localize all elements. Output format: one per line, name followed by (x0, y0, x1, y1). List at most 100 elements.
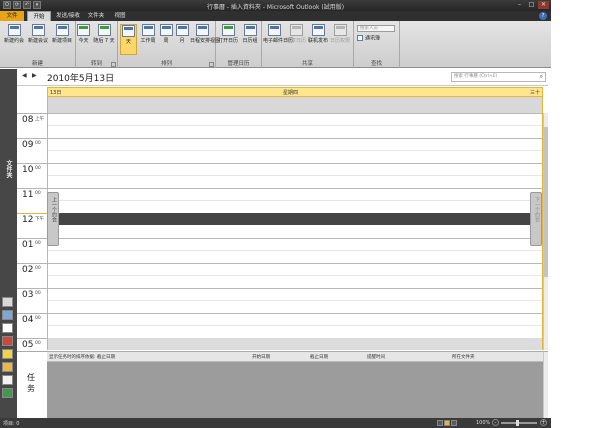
time-slot-label: 08 上午 (17, 113, 47, 138)
ribbon: 新建约会 新建会议 新建项目 新建 今天 随后 7 天 转到 天 工作周 周 月… (0, 21, 551, 68)
maximize-button[interactable]: □ (526, 1, 537, 9)
open-calendar-icon (221, 24, 235, 36)
day-view-button[interactable]: 天 (120, 24, 137, 55)
meeting-icon (31, 24, 45, 36)
tab-folder[interactable]: 文件夹 (86, 11, 106, 21)
next-day-arrow-icon[interactable]: ▶ (32, 72, 37, 79)
tasks-column-header: 显示任务时的排序依据: 截止日期 开始日期 截止日期 提醒时间 所在文件夹 (47, 352, 543, 362)
schedule-view-button[interactable]: 日程安排视图 (190, 24, 220, 55)
day-number: 13日 (50, 90, 62, 96)
scrollbar-thumb[interactable] (544, 127, 548, 277)
hour-line (48, 313, 542, 314)
time-slot-label: 02 00 (17, 263, 47, 288)
time-slot-label: 04 00 (17, 313, 47, 338)
calendar-search-input[interactable]: 搜索 行事曆 (Ctrl+E) ⌕ (451, 72, 546, 82)
start-date-column[interactable]: 开始日期 (252, 354, 270, 360)
schedule-view-icon (195, 24, 209, 36)
previous-appointment-button[interactable]: 上一个约会 (47, 192, 59, 246)
group-arrange: 天 工作周 周 月 日程安排视图 排列 (118, 21, 220, 68)
address-book-button[interactable]: 通讯簿 (357, 35, 380, 43)
normal-view-icon[interactable] (437, 420, 443, 426)
hour-line (48, 288, 542, 289)
journal-icon[interactable] (2, 388, 13, 398)
calendar-permissions-button[interactable]: 日历权限 (329, 24, 351, 55)
new-items-button[interactable]: 新建项目 (50, 24, 74, 55)
publish-online-icon (311, 24, 325, 36)
selected-time-slot[interactable] (48, 213, 542, 225)
zoom-slider[interactable] (501, 420, 537, 426)
search-people-input[interactable]: 搜索人员 (357, 25, 395, 32)
calendar-groups-button[interactable]: 日历组 (239, 24, 261, 55)
time-slot-label: 10 00 (17, 163, 47, 188)
email-calendar-button[interactable]: 电子邮件日历 (263, 24, 293, 55)
time-slot-label: 11 00 (17, 188, 47, 213)
calendar-nav-icon[interactable] (2, 323, 13, 333)
tab-view[interactable]: 视图 (112, 11, 128, 21)
month-view-button[interactable]: 月 (174, 24, 190, 55)
all-day-events-area[interactable] (47, 97, 543, 113)
share-calendar-button[interactable]: 共享日历 (285, 24, 307, 55)
reminder-column[interactable]: 提醒时间 (367, 354, 385, 360)
sort-by-column[interactable]: 显示任务时的排序依据: 截止日期 (49, 354, 115, 360)
help-icon[interactable]: ? (539, 12, 547, 20)
publish-online-button[interactable]: 联机发布 (307, 24, 329, 55)
share-calendar-icon (289, 24, 303, 36)
weekday-label: 星期四 (283, 90, 299, 96)
today-button[interactable]: 今天 (76, 24, 91, 55)
day-grid[interactable] (47, 113, 543, 350)
notes-icon[interactable] (2, 349, 13, 359)
new-meeting-button[interactable]: 新建会议 (26, 24, 50, 55)
group-goto: 今天 随后 7 天 转到 (76, 21, 118, 68)
open-calendar-button[interactable]: 打开日历 (217, 24, 239, 55)
tasks-list[interactable] (47, 362, 543, 418)
navigation-pane-collapsed[interactable]: 文件夹 (0, 69, 17, 418)
new-appointment-button[interactable]: 新建约会 (2, 24, 26, 55)
calendar-scrollbar[interactable] (543, 113, 548, 350)
window-controls: – □ ✕ (514, 1, 549, 9)
search-icon[interactable]: ⌕ (540, 73, 543, 81)
tasks-pane: 任务 显示任务时的排序依据: 截止日期 开始日期 截止日期 提醒时间 所在文件夹 (17, 351, 548, 418)
zoom-level[interactable]: 100% (476, 420, 490, 426)
tasks-nav-icon[interactable] (2, 336, 13, 346)
off-hours-slot[interactable] (48, 338, 542, 350)
zoom-slider-knob[interactable] (516, 420, 519, 426)
hour-line (48, 113, 542, 114)
title-bar: O ⟳ ↶ ▾ 行事曆 - 插入資料夾 - Microsoft Outlook … (0, 0, 551, 11)
shortcuts-icon[interactable] (2, 375, 13, 385)
status-bar: 项目: 0 100% - + (0, 418, 551, 428)
week-view-button[interactable]: 周 (158, 24, 174, 55)
due-date-column[interactable]: 截止日期 (310, 354, 328, 360)
time-slot-label: 12 下午 (17, 213, 47, 238)
tasks-label: 任务 (17, 352, 47, 418)
half-hour-line (48, 175, 542, 176)
tasks-scrollbar[interactable] (543, 352, 548, 418)
tab-home[interactable]: 开始 (27, 11, 51, 21)
home-icon[interactable] (2, 297, 13, 307)
goto-launcher-icon[interactable] (111, 62, 116, 67)
tab-file[interactable]: 文件 (0, 11, 24, 21)
compact-view-icon[interactable] (451, 420, 457, 426)
tab-send-receive[interactable]: 发送/接收 (53, 11, 83, 21)
calendar-permissions-icon (333, 24, 347, 36)
folder-icon[interactable] (2, 362, 13, 372)
arrange-launcher-icon[interactable] (209, 62, 214, 67)
close-button[interactable]: ✕ (538, 1, 549, 9)
half-hour-line (48, 150, 542, 151)
day-header[interactable]: 13日 星期四 三十 (47, 87, 543, 97)
reading-view-icon[interactable] (444, 420, 450, 426)
folder-pane-label[interactable]: 文件夹 (1, 129, 16, 209)
mail-icon[interactable] (2, 310, 13, 320)
zoom-out-icon[interactable]: - (492, 419, 499, 426)
work-week-button[interactable]: 工作周 (138, 24, 158, 55)
calendar-icon (7, 24, 21, 36)
in-folder-column[interactable]: 所在文件夹 (452, 354, 475, 360)
previous-day-arrow-icon[interactable]: ◀ (22, 72, 27, 79)
zoom-in-icon[interactable]: + (540, 419, 547, 426)
time-slot-label: 01 00 (17, 238, 47, 263)
hour-line (48, 138, 542, 139)
next-7-days-button[interactable]: 随后 7 天 (91, 24, 117, 55)
minimize-button[interactable]: – (514, 1, 525, 9)
hour-line (48, 188, 542, 189)
next-appointment-button[interactable]: 下一个约会 (530, 192, 542, 246)
group-label-new: 新建 (31, 61, 43, 67)
